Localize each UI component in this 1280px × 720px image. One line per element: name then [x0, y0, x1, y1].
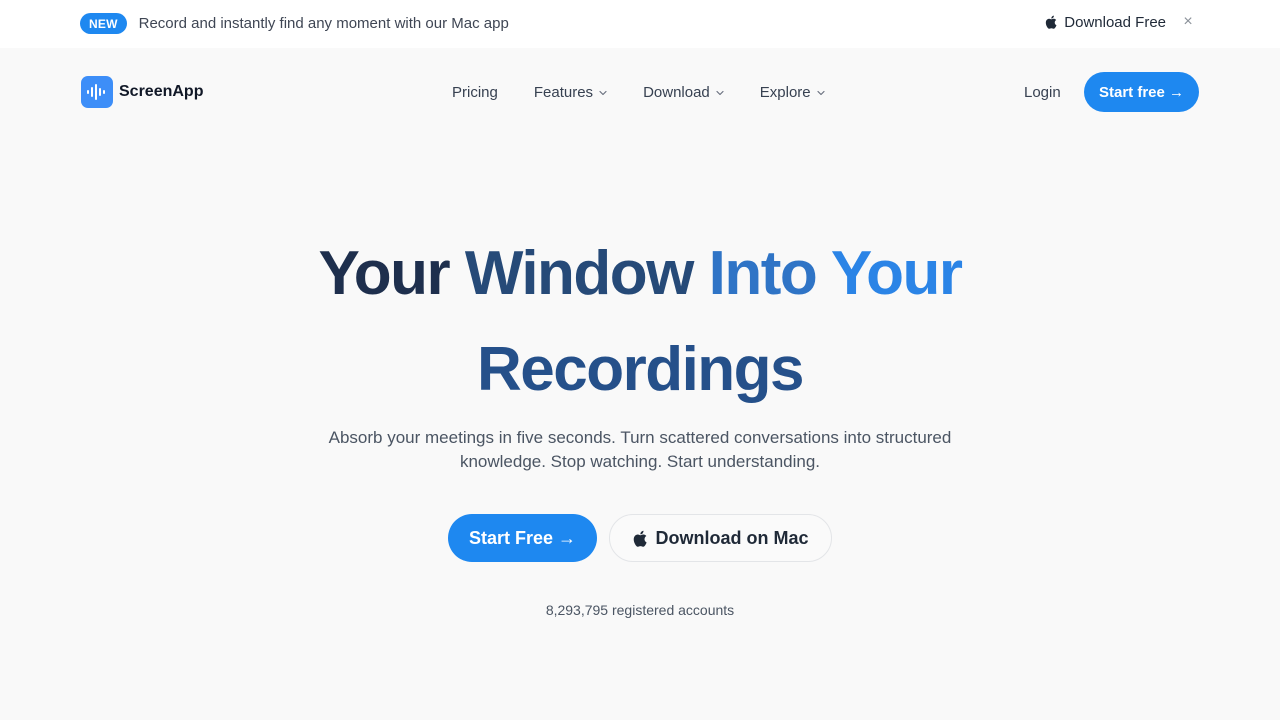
- download-mac-button[interactable]: Download on Mac: [609, 514, 832, 562]
- login-link[interactable]: Login: [1024, 84, 1061, 101]
- nav-item-label: Features: [533, 84, 594, 101]
- nav-menu: Pricing Features Download Explore: [452, 84, 861, 101]
- chevron-down-icon: [817, 90, 825, 95]
- download-free-label: Download Free: [1064, 13, 1166, 31]
- announcement-right: Download Free ×: [1045, 13, 1196, 31]
- hero-word: Your: [830, 239, 963, 308]
- hero-word: Your: [318, 239, 451, 308]
- hero-subtitle: Absorb your meetings in five seconds. Tu…: [328, 428, 952, 471]
- registered-accounts: 8,293,795 registered accounts: [545, 602, 735, 618]
- announcement-text: Record and instantly find any moment wit…: [138, 15, 509, 32]
- nav-item-label: Explore: [759, 84, 811, 101]
- audio-wave-icon: [81, 76, 113, 108]
- hero-word: Window: [464, 239, 695, 308]
- nav-item-features[interactable]: Features: [534, 84, 607, 101]
- nav-item-pricing[interactable]: Pricing: [452, 84, 498, 101]
- start-free-button[interactable]: Start Free →: [448, 514, 597, 562]
- close-icon[interactable]: ×: [1180, 13, 1196, 31]
- download-mac-label: Download on Mac: [655, 527, 809, 548]
- hero-title-line-1: Your Window Into Your: [0, 226, 1280, 322]
- new-badge: NEW: [80, 13, 127, 34]
- apple-icon: [633, 530, 647, 547]
- start-free-nav-button[interactable]: Start free →: [1084, 72, 1199, 112]
- nav-item-label: Pricing: [452, 84, 498, 101]
- main-nav: ScreenApp Pricing Features Download Expl…: [0, 48, 1280, 136]
- logo-link[interactable]: ScreenApp: [81, 76, 203, 108]
- hero-word: Recordings: [476, 335, 805, 404]
- nav-item-explore[interactable]: Explore: [760, 84, 825, 101]
- chevron-down-icon: [716, 90, 724, 95]
- hero-title-line-2: Recordings: [0, 322, 1280, 418]
- chevron-down-icon: [599, 90, 607, 95]
- cta-row: Start Free → Download on Mac: [448, 514, 832, 562]
- announcement-bar: NEW Record and instantly find any moment…: [0, 0, 1280, 48]
- apple-icon: [1046, 15, 1057, 29]
- hero-title: Your Window Into Your Recordings: [0, 226, 1280, 418]
- nav-item-label: Download: [643, 84, 710, 101]
- hero-word: Into: [708, 239, 818, 308]
- brand-name: ScreenApp: [119, 83, 204, 100]
- announcement-left: NEW Record and instantly find any moment…: [80, 13, 509, 34]
- download-free-link[interactable]: Download Free: [1045, 14, 1166, 31]
- nav-item-download[interactable]: Download: [643, 84, 724, 101]
